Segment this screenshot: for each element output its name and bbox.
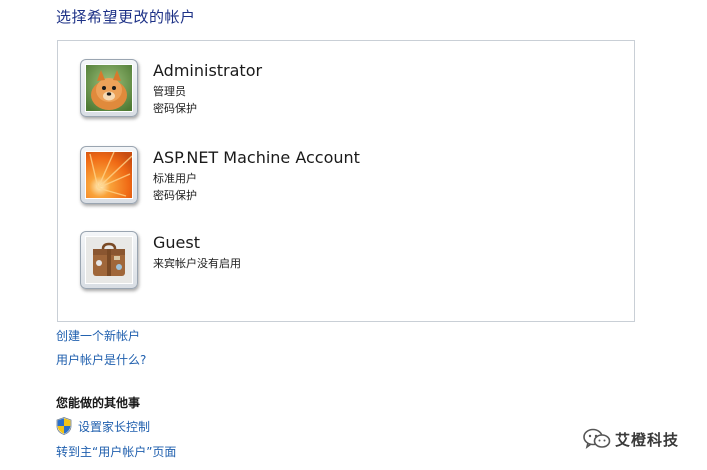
account-name: Guest [153, 233, 200, 252]
account-type: 标准用户 [153, 172, 197, 185]
watermark-text: 艾橙科技 [615, 431, 680, 449]
accounts-list: Administrator 管理员 密码保护 ASP.NET Machine A… [57, 40, 635, 322]
account-name: ASP.NET Machine Account [153, 148, 360, 167]
account-guest[interactable]: Guest 来宾帐户没有启用 [80, 231, 620, 293]
suitcase-picture [85, 236, 133, 284]
create-account-link[interactable]: 创建一个新帐户 [56, 327, 140, 344]
account-picture-frame [80, 231, 138, 289]
account-name: Administrator [153, 61, 263, 80]
account-administrator[interactable]: Administrator 管理员 密码保护 [80, 59, 620, 121]
what-is-account-link[interactable]: 用户帐户是什么? [56, 351, 146, 368]
goto-main-accounts-link[interactable]: 转到主“用户帐户”页面 [56, 443, 176, 460]
account-status: 密码保护 [153, 102, 197, 115]
account-status: 来宾帐户没有启用 [153, 257, 241, 270]
account-aspnet[interactable]: ASP.NET Machine Account 标准用户 密码保护 [80, 146, 620, 208]
wechat-logo-icon [583, 428, 611, 450]
account-picture-frame [80, 146, 138, 204]
manage-accounts-page: 选择希望更改的帐户 Administrator 管理员 密码保护 ASP.NET… [0, 0, 707, 470]
pomeranian-dog-picture [85, 64, 133, 112]
account-picture-frame [80, 59, 138, 117]
account-type: 管理员 [153, 85, 186, 98]
parental-controls-label: 设置家长控制 [78, 420, 151, 434]
page-title: 选择希望更改的帐户 [56, 8, 196, 26]
other-tasks-heading: 您能做的其他事 [56, 396, 141, 410]
account-status: 密码保护 [153, 189, 197, 202]
uac-shield-icon [56, 417, 72, 435]
orange-flower-picture [85, 151, 133, 199]
